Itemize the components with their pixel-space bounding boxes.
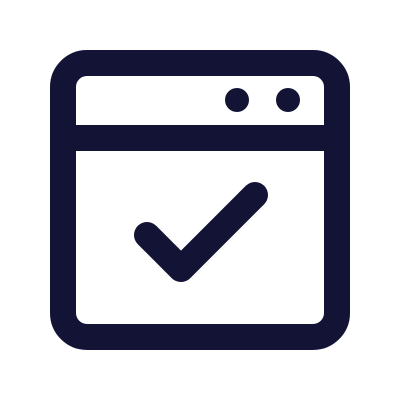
checkmark-icon <box>134 182 268 282</box>
browser-window-check-icon <box>0 0 400 400</box>
window-dot-icon-1 <box>225 88 249 112</box>
window-dot-icon-2 <box>276 88 300 112</box>
browser-window-check-svg <box>50 50 350 350</box>
icon-canvas <box>0 0 400 400</box>
